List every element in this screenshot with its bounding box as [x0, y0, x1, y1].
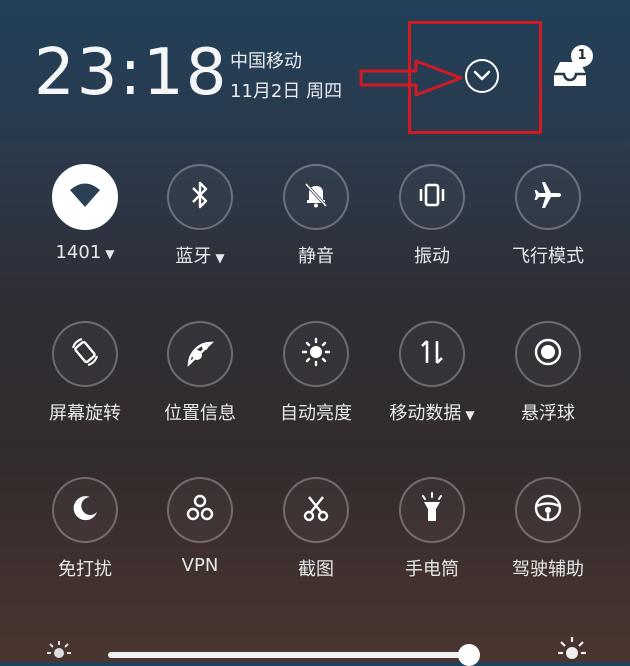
location-icon: [185, 337, 215, 371]
steering-icon: [532, 492, 564, 528]
tile-label: 免打扰: [25, 555, 145, 581]
tile-label: 屏幕旋转: [25, 399, 145, 425]
notification-badge: 1: [571, 45, 593, 67]
tile-label: 自动亮度: [256, 399, 376, 425]
tile-label: 截图: [256, 555, 376, 581]
tile-label: 飞行模式: [488, 242, 608, 268]
tile-vpn[interactable]: VPN: [140, 477, 260, 576]
tile-button[interactable]: [52, 477, 118, 543]
data-icon: [418, 337, 446, 371]
scissors-icon: [301, 493, 331, 527]
carrier-name: 中国移动: [230, 51, 302, 72]
tile-button[interactable]: [283, 164, 349, 230]
airplane-icon: [532, 179, 564, 215]
moon-icon: [70, 493, 100, 527]
tile-label-text: 截图: [298, 559, 334, 580]
tile-bell-off[interactable]: 静音: [256, 164, 376, 268]
tile-bluetooth[interactable]: 蓝牙 ▼: [140, 164, 260, 268]
tile-label: 位置信息: [140, 399, 260, 425]
tile-airplane[interactable]: 飞行模式: [488, 164, 608, 268]
tile-button[interactable]: [399, 477, 465, 543]
tile-label: 移动数据 ▼: [372, 399, 492, 425]
tile-label-text: 蓝牙: [175, 246, 212, 267]
tile-button[interactable]: [515, 321, 581, 387]
tile-label: 蓝牙 ▼: [140, 242, 260, 268]
chevron-down-icon: [473, 70, 491, 81]
brightness-slider-knob[interactable]: [458, 644, 480, 666]
tile-label: 驾驶辅助: [488, 555, 608, 581]
tile-label-text: 静音: [298, 246, 334, 267]
bell-off-icon: [301, 180, 331, 214]
tile-flashlight[interactable]: 手电筒: [372, 477, 492, 581]
tile-button[interactable]: [167, 164, 233, 230]
tile-scissors[interactable]: 截图: [256, 477, 376, 581]
tile-label-text: 飞行模式: [512, 246, 584, 267]
wifi-icon: [68, 181, 102, 213]
tile-brightness[interactable]: 自动亮度: [256, 321, 376, 425]
tile-button[interactable]: [399, 164, 465, 230]
vibrate-icon: [416, 181, 448, 213]
dropdown-caret-icon[interactable]: ▼: [215, 251, 224, 265]
rotate-icon: [69, 336, 101, 372]
tile-moon[interactable]: 免打扰: [25, 477, 145, 581]
tile-vibrate[interactable]: 振动: [372, 164, 492, 268]
bluetooth-icon: [189, 180, 211, 214]
tile-wifi[interactable]: 1401 ▼: [25, 164, 145, 263]
tile-button[interactable]: [283, 321, 349, 387]
tile-button[interactable]: [52, 321, 118, 387]
brightness-low-icon: [47, 641, 71, 658]
float-ball-icon: [533, 337, 563, 371]
tile-label-text: 1401: [55, 242, 102, 263]
tile-label-text: 位置信息: [164, 403, 236, 424]
tile-button[interactable]: [515, 164, 581, 230]
flashlight-icon: [417, 492, 447, 528]
tile-button[interactable]: [167, 321, 233, 387]
tile-label: 悬浮球: [488, 399, 608, 425]
dropdown-caret-icon[interactable]: ▼: [465, 408, 474, 422]
tile-label: 静音: [256, 242, 376, 268]
tile-label-text: 振动: [414, 246, 450, 267]
tile-label: 1401 ▼: [25, 242, 145, 263]
tile-label-text: VPN: [181, 555, 219, 576]
tile-label-text: 免打扰: [58, 559, 112, 580]
expand-panel-button[interactable]: [465, 59, 499, 93]
tile-label: 手电筒: [372, 555, 492, 581]
brightness-icon: [300, 336, 332, 372]
tile-label-text: 手电筒: [405, 559, 459, 580]
tile-label-text: 移动数据: [389, 403, 462, 424]
tile-data[interactable]: 移动数据 ▼: [372, 321, 492, 425]
tile-label: VPN: [140, 555, 260, 576]
tile-label-text: 悬浮球: [521, 403, 575, 424]
tile-label-text: 自动亮度: [280, 403, 352, 424]
tile-rotate[interactable]: 屏幕旋转: [25, 321, 145, 425]
tile-label: 振动: [372, 242, 492, 268]
tile-button[interactable]: [399, 321, 465, 387]
vpn-icon: [184, 492, 216, 528]
tile-label-text: 驾驶辅助: [512, 559, 584, 580]
date-text: 11月2日 周四: [230, 81, 343, 102]
tile-button[interactable]: [52, 164, 118, 230]
clock-time: 23:18: [34, 36, 229, 110]
tile-location[interactable]: 位置信息: [140, 321, 260, 425]
dropdown-caret-icon[interactable]: ▼: [105, 247, 114, 261]
brightness-slider[interactable]: [108, 652, 470, 658]
tile-float-ball[interactable]: 悬浮球: [488, 321, 608, 425]
tile-steering[interactable]: 驾驶辅助: [488, 477, 608, 581]
tile-label-text: 屏幕旋转: [49, 403, 121, 424]
tile-button[interactable]: [283, 477, 349, 543]
tile-button[interactable]: [167, 477, 233, 543]
tile-button[interactable]: [515, 477, 581, 543]
